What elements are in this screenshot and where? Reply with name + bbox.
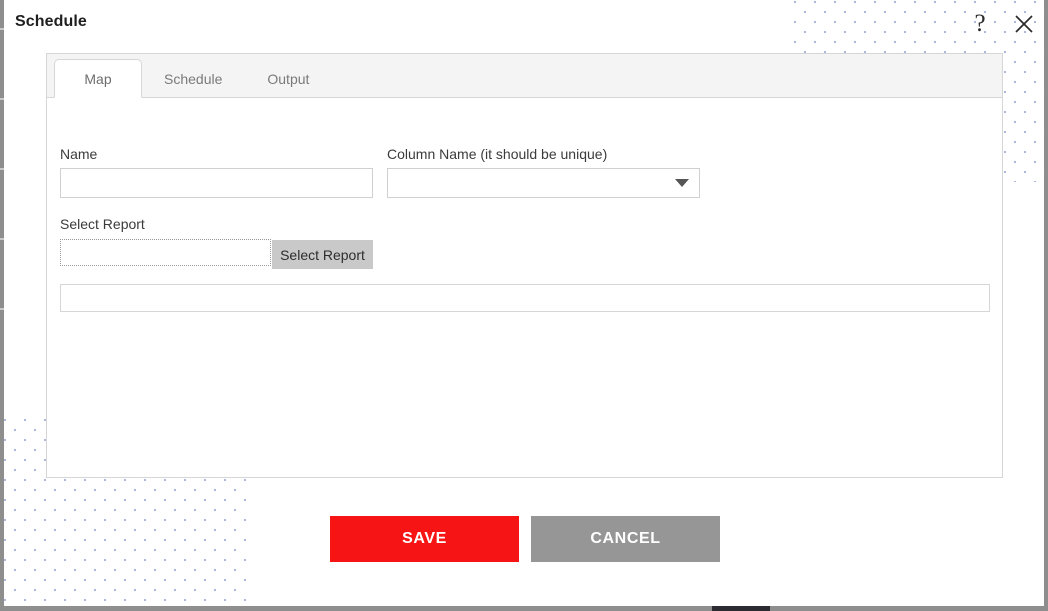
column-name-label: Column Name (it should be unique)	[387, 146, 608, 162]
name-input[interactable]	[60, 168, 373, 198]
chevron-down-icon	[675, 179, 689, 187]
tab-schedule-label: Schedule	[164, 70, 223, 87]
cancel-button[interactable]: CANCEL	[531, 516, 720, 562]
close-icon[interactable]	[1010, 10, 1038, 38]
name-label: Name	[60, 146, 98, 162]
tab-bar: Map Schedule Output	[47, 54, 1002, 98]
select-report-input[interactable]	[60, 239, 271, 266]
tab-panel: Map Schedule Output Name Column Name (it…	[46, 53, 1003, 478]
report-list-box[interactable]	[60, 284, 990, 312]
page-title: Schedule	[15, 13, 87, 30]
tab-schedule[interactable]: Schedule	[142, 60, 244, 97]
tab-output-label: Output	[267, 70, 310, 87]
tab-map[interactable]: Map	[54, 59, 142, 98]
schedule-dialog-window: Schedule ? Map Schedule Output Name Colu…	[0, 0, 1048, 611]
select-report-button[interactable]: Select Report	[272, 240, 373, 269]
help-icon[interactable]: ?	[966, 7, 994, 41]
column-name-select[interactable]	[387, 168, 700, 198]
background-right-edge	[1044, 0, 1048, 611]
background-bottom-edge	[0, 606, 1048, 611]
select-report-label: Select Report	[60, 216, 145, 232]
tab-map-label: Map	[84, 70, 112, 87]
background-left-edge	[0, 0, 4, 611]
background-bottom-fragment	[712, 606, 770, 611]
tab-output[interactable]: Output	[244, 60, 332, 97]
save-button[interactable]: SAVE	[330, 516, 519, 562]
